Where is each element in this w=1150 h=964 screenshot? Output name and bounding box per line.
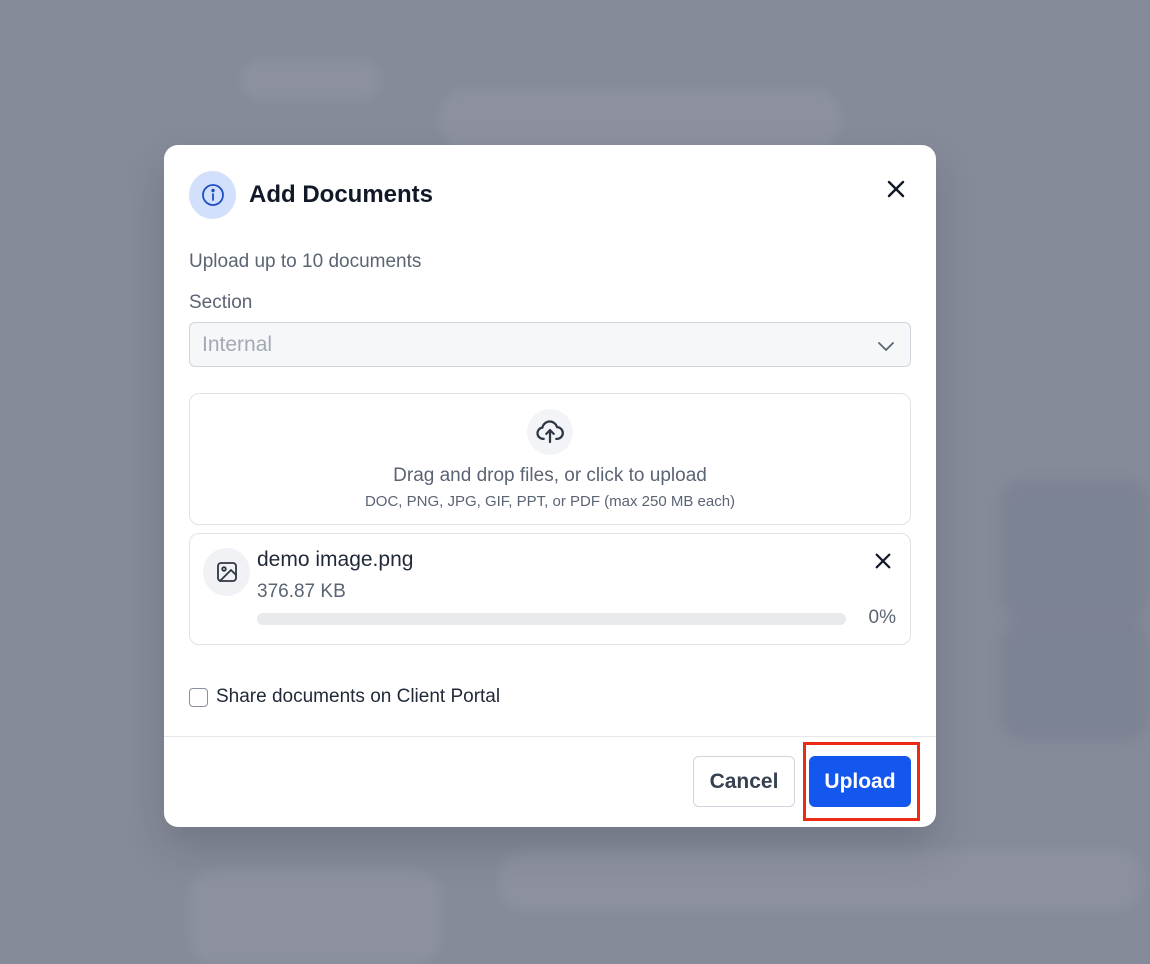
- share-portal-row: Share documents on Client Portal: [189, 686, 500, 708]
- share-portal-checkbox[interactable]: [189, 687, 208, 707]
- chevron-down-icon: [878, 342, 894, 351]
- upload-progress-bar: [257, 613, 846, 625]
- dropzone-instructions: Drag and drop files, or click to upload: [393, 465, 707, 486]
- cancel-button[interactable]: Cancel: [693, 756, 795, 807]
- uploaded-file-item: demo image.png 376.87 KB 0%: [189, 533, 911, 645]
- modal-header: Add Documents: [189, 171, 433, 219]
- cloud-upload-icon: [527, 409, 573, 455]
- footer-divider: [164, 736, 936, 737]
- share-portal-label[interactable]: Share documents on Client Portal: [216, 686, 500, 708]
- file-name: demo image.png: [257, 548, 414, 571]
- section-select-value: Internal: [202, 332, 273, 356]
- modal-subtitle: Upload up to 10 documents: [189, 251, 422, 272]
- close-button[interactable]: [884, 177, 908, 201]
- modal-title: Add Documents: [249, 181, 434, 208]
- remove-file-button[interactable]: [872, 550, 894, 572]
- upload-button[interactable]: Upload: [809, 756, 911, 807]
- upload-progress-percent: 0%: [868, 607, 896, 628]
- image-icon: [203, 548, 250, 596]
- close-icon: [887, 180, 905, 198]
- section-label: Section: [189, 292, 253, 313]
- file-dropzone[interactable]: Drag and drop files, or click to upload …: [189, 393, 911, 525]
- add-documents-modal: Add Documents Upload up to 10 documents …: [164, 145, 936, 827]
- file-size: 376.87 KB: [257, 581, 346, 602]
- section-select[interactable]: Internal: [189, 322, 911, 367]
- close-icon: [875, 553, 891, 569]
- info-icon: [189, 171, 236, 219]
- dropzone-file-types: DOC, PNG, JPG, GIF, PPT, or PDF (max 250…: [364, 493, 736, 510]
